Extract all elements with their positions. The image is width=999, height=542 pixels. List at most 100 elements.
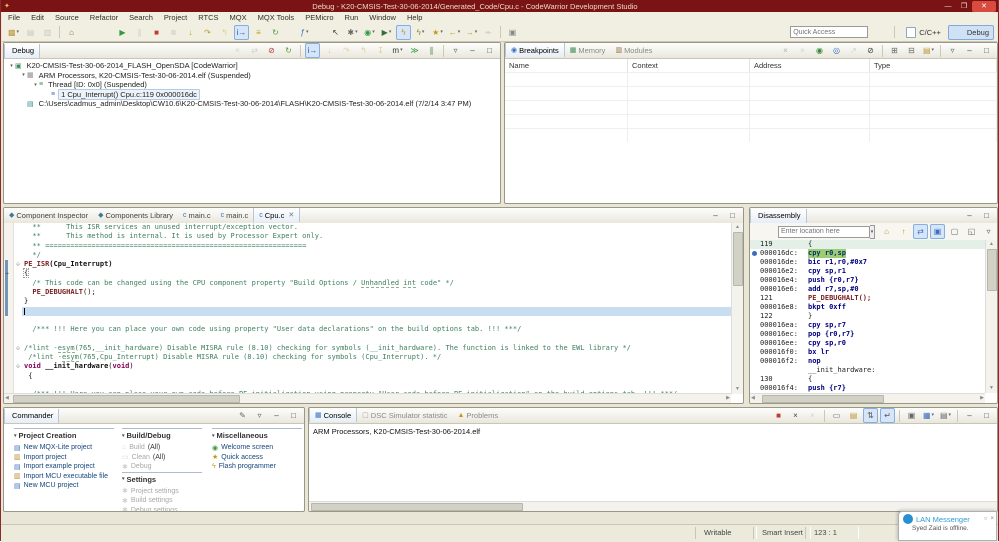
menu-mqx[interactable]: MQX bbox=[230, 13, 247, 22]
customize-icon[interactable]: ✎ bbox=[235, 408, 250, 423]
chevron-down-icon[interactable]: ▾ bbox=[14, 433, 17, 439]
disassembly-row[interactable]: 000016de:bic r1,r0,#0x7 bbox=[750, 258, 985, 267]
close-window-button[interactable]: ✕ bbox=[972, 1, 996, 12]
disassembly-row[interactable]: 000016f2:nop bbox=[750, 357, 985, 366]
resume-icon[interactable]: ▶ bbox=[115, 25, 130, 40]
back-icon[interactable]: ← bbox=[447, 25, 462, 40]
perspective-debug-button[interactable]: Debug bbox=[948, 25, 994, 40]
disassembly-row[interactable]: __init_hardware: bbox=[750, 366, 985, 375]
instruction-stepping-icon[interactable]: i→ bbox=[234, 25, 249, 40]
code-line[interactable]: ⊖PE_ISR(Cpu_Interrupt) bbox=[4, 260, 731, 269]
close-popup-icon[interactable]: × bbox=[990, 516, 994, 522]
menu-window[interactable]: Window bbox=[369, 13, 396, 22]
disassembly-vertical-scrollbar[interactable]: ▲ ▼ bbox=[985, 240, 997, 393]
target-tasks-icon[interactable]: ★ bbox=[430, 25, 445, 40]
build-all-icon[interactable]: ⌂ bbox=[64, 25, 79, 40]
select-tool-icon[interactable]: ↖ bbox=[328, 25, 343, 40]
open-console-icon[interactable]: ▤ bbox=[938, 408, 953, 423]
expander-icon[interactable]: ▾ bbox=[20, 72, 27, 78]
column-header-context[interactable]: Context bbox=[628, 59, 750, 72]
maximize-icon[interactable]: □ bbox=[482, 43, 497, 58]
remove-all-launches-icon[interactable]: × bbox=[805, 408, 820, 423]
editor-tab-main-c[interactable]: cmain.c bbox=[178, 208, 216, 222]
disconnect-target-icon[interactable]: ⊘ bbox=[264, 43, 279, 58]
clear-console-icon[interactable]: ▭ bbox=[829, 408, 844, 423]
disassembly-row[interactable]: 000016f4:push {r7} bbox=[750, 384, 985, 393]
code-line[interactable]: ** This ISR services an unused interrupt… bbox=[4, 223, 731, 232]
disassembly-row[interactable]: 122} bbox=[750, 312, 985, 321]
tab-breakpoints[interactable]: ◉Breakpoints bbox=[505, 43, 565, 57]
location-dropdown-icon[interactable]: ▾ bbox=[870, 225, 875, 239]
goto-file-icon[interactable]: ↗ bbox=[846, 43, 861, 58]
editor-tab-main-c[interactable]: cmain.c bbox=[216, 208, 254, 222]
view-menu-icon[interactable]: ▿ bbox=[981, 224, 996, 239]
last-edit-icon[interactable]: ↞ bbox=[481, 25, 496, 40]
new-view-icon[interactable]: ▢ bbox=[947, 224, 962, 239]
flash-programmer-icon[interactable]: ϟ bbox=[396, 25, 411, 40]
sync-with-debug-icon[interactable]: ⇄ bbox=[913, 224, 928, 239]
code-line[interactable]: /* This code can be changed using the CP… bbox=[4, 279, 731, 288]
tab-console[interactable]: ▦Console bbox=[309, 408, 357, 422]
remove-all-terminated-icon[interactable]: × bbox=[230, 43, 245, 58]
menu-source[interactable]: Source bbox=[55, 13, 79, 22]
disconnect-icon[interactable]: ⊗ bbox=[166, 25, 181, 40]
debug-tree-item[interactable]: ▤C:\Users\cadmus_admin\Desktop\CW10.6\K2… bbox=[4, 99, 500, 109]
tab-dsc-simulator-statistic[interactable]: ▢DSC Simulator statistic bbox=[357, 408, 452, 422]
commander-item-suffix[interactable]: (All) bbox=[148, 444, 160, 451]
code-line[interactable] bbox=[4, 316, 731, 325]
tab-modules[interactable]: ▥Modules bbox=[610, 43, 657, 57]
step-into-icon[interactable]: ↓ bbox=[322, 43, 337, 58]
duplicate-view-icon[interactable]: ◱ bbox=[964, 224, 979, 239]
fold-collapse-icon[interactable]: ⊖ bbox=[14, 362, 22, 371]
remove-all-breakpoints-icon[interactable]: × bbox=[795, 43, 810, 58]
display-console-icon[interactable]: ▦ bbox=[921, 408, 936, 423]
tab-memory[interactable]: ▦Memory bbox=[565, 43, 611, 57]
fold-collapse-icon[interactable]: ⊖ bbox=[14, 260, 22, 269]
view-menu-icon[interactable]: ▿ bbox=[252, 408, 267, 423]
column-header-type[interactable]: Type bbox=[870, 59, 997, 72]
commander-item-import-project[interactable]: ▥Import project bbox=[14, 453, 114, 463]
reconnect-icon[interactable]: ⇄ bbox=[247, 43, 262, 58]
code-line[interactable]: ** This method is internal. It is used b… bbox=[4, 232, 731, 241]
terminate-icon[interactable]: ■ bbox=[771, 408, 786, 423]
disassembly-row[interactable]: 000016ee:cpy sp,r0 bbox=[750, 339, 985, 348]
disassembly-row[interactable]: 000016e8:bkpt 0xff bbox=[750, 303, 985, 312]
word-wrap-icon[interactable]: ↵ bbox=[880, 408, 895, 423]
debug-tree-item[interactable]: ≡1 Cpu_Interrupt() Cpu.c:119 0x000016dc bbox=[4, 90, 500, 100]
code-line[interactable]: } bbox=[4, 297, 731, 306]
disassembly-row[interactable]: 000016f0:bx lr bbox=[750, 348, 985, 357]
minimize-icon[interactable]: – bbox=[962, 208, 977, 223]
new-icon[interactable]: ▩ bbox=[6, 25, 21, 40]
minimize-icon[interactable]: – bbox=[269, 408, 284, 423]
code-line[interactable]: /*lint -esym(765,Cpu_Interrupt) Disable … bbox=[4, 353, 731, 362]
perspective-cpp-button[interactable]: C/C++ bbox=[900, 25, 946, 40]
run-icon[interactable]: ◉ bbox=[362, 25, 377, 40]
code-line[interactable]: ** =====================================… bbox=[4, 242, 731, 251]
commander-item-import-example-project[interactable]: ▤Import example project bbox=[14, 462, 114, 472]
minimize-icon[interactable]: – bbox=[962, 408, 977, 423]
pin-editor-icon[interactable]: ▣ bbox=[505, 25, 520, 40]
step-return-icon[interactable]: ↰ bbox=[356, 43, 371, 58]
step-over-icon[interactable]: ↷ bbox=[200, 25, 215, 40]
multicore-resume-icon[interactable]: ≫ bbox=[407, 43, 422, 58]
editor-horizontal-scrollbar[interactable]: ◀ ▶ bbox=[4, 393, 731, 403]
tab-disassembly[interactable]: Disassembly bbox=[750, 209, 807, 223]
column-header-address[interactable]: Address bbox=[750, 59, 870, 72]
debug-tree-item[interactable]: ▾▦ARM Processors, K20-CMSIS-Test-30-06-2… bbox=[4, 71, 500, 81]
commander-item-import-mcu-executable-file[interactable]: ▥Import MCU executable file bbox=[14, 472, 114, 482]
chevron-down-icon[interactable]: ▾ bbox=[212, 433, 215, 439]
menu-mqx-tools[interactable]: MQX Tools bbox=[258, 13, 295, 22]
commander-item-new-mqx-lite-project[interactable]: ▤New MQX-Lite project bbox=[14, 443, 114, 453]
disassembly-row[interactable]: 000016dc:cpy r0,sp bbox=[750, 249, 985, 258]
maximize-icon[interactable]: □ bbox=[979, 43, 994, 58]
multicore-terminate-icon[interactable]: ∥ bbox=[424, 43, 439, 58]
step-filters-icon[interactable]: ≡ bbox=[251, 25, 266, 40]
step-into-icon[interactable]: ↓ bbox=[183, 25, 198, 40]
menu-help[interactable]: Help bbox=[407, 13, 422, 22]
code-line[interactable]: ⊖void __init_hardware(void) bbox=[4, 362, 731, 371]
menu-pemicro[interactable]: PEMicro bbox=[305, 13, 333, 22]
editor-tab-cpu-c[interactable]: cCpu.c✕ bbox=[253, 208, 300, 222]
link-with-debug-icon[interactable]: ◎ bbox=[829, 43, 844, 58]
menu-search[interactable]: Search bbox=[129, 13, 153, 22]
menu-edit[interactable]: Edit bbox=[31, 13, 44, 22]
